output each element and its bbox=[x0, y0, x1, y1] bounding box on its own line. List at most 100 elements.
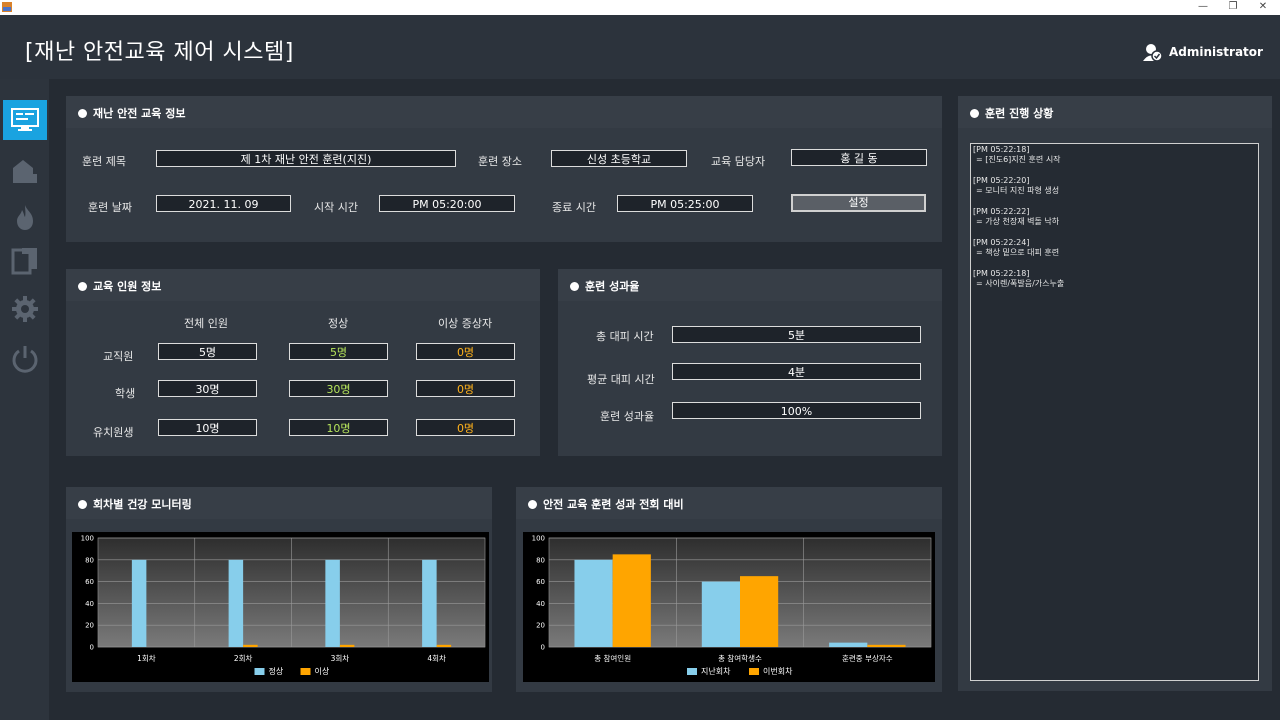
sidebar-item-monitor[interactable] bbox=[3, 100, 47, 140]
training-name-field[interactable]: 제 1차 재난 안전 훈련(지진) bbox=[156, 150, 456, 167]
y-tick-label: 20 bbox=[536, 622, 545, 630]
sidebar-item-fire[interactable] bbox=[3, 197, 47, 237]
start-time-label: 시작 시간 bbox=[314, 201, 358, 214]
log-entry: [PM 05:22:18] = 사이렌/폭발음/가스누출 bbox=[973, 269, 1256, 289]
legend-swatch bbox=[300, 668, 311, 675]
user-name: Administrator bbox=[1169, 45, 1263, 59]
log-message: = 책상 밑으로 대피 훈련 bbox=[976, 248, 1060, 257]
user-account[interactable]: Administrator bbox=[1142, 41, 1263, 63]
bar bbox=[829, 642, 868, 647]
header-total: 전체 인원 bbox=[184, 317, 228, 330]
legend-label: 지난회차 bbox=[701, 667, 731, 676]
end-time-field[interactable]: PM 05:25:00 bbox=[617, 195, 753, 212]
y-tick-label: 20 bbox=[85, 622, 94, 630]
panel-title-text: 안전 교육 훈련 성과 전회 대비 bbox=[543, 498, 684, 511]
panel-title: 안전 교육 훈련 성과 전회 대비 bbox=[528, 496, 684, 512]
log-entry: [PM 05:22:24] = 책상 밑으로 대피 훈련 bbox=[973, 238, 1256, 258]
bar bbox=[867, 644, 906, 647]
avg-time-value: 4분 bbox=[672, 363, 921, 380]
bar bbox=[436, 644, 452, 647]
panel-header: 교육 인원 정보 bbox=[66, 269, 540, 301]
bar bbox=[325, 559, 340, 647]
panel-header: 안전 교육 훈련 성과 전회 대비 bbox=[516, 487, 942, 519]
manager-label: 교육 담당자 bbox=[711, 155, 766, 168]
bar bbox=[131, 559, 147, 647]
row-label-student: 학생 bbox=[115, 387, 136, 400]
header-normal: 정상 bbox=[328, 317, 349, 330]
y-tick-label: 40 bbox=[536, 600, 545, 608]
staff-abnormal: 0명 bbox=[416, 343, 515, 360]
y-tick-label: 80 bbox=[85, 556, 94, 564]
panel-title: 훈련 진행 상황 bbox=[970, 105, 1053, 121]
x-tick-label: 1회차 bbox=[137, 654, 156, 663]
y-tick-label: 0 bbox=[90, 644, 94, 652]
log-time: [PM 05:22:24] bbox=[973, 238, 1030, 247]
bullet-icon bbox=[78, 281, 87, 291]
y-tick-label: 60 bbox=[85, 578, 94, 586]
kindergarten-normal: 10명 bbox=[289, 419, 388, 436]
log-entry: [PM 05:22:22] = 가상 천장재 벽돌 낙하 bbox=[973, 207, 1256, 227]
minimize-button[interactable]: — bbox=[1188, 0, 1218, 15]
user-admin-icon bbox=[1143, 43, 1163, 62]
training-place-field[interactable]: 신성 초등학교 bbox=[551, 150, 687, 167]
end-time-label: 종료 시간 bbox=[552, 201, 596, 214]
legend-label: 정상 bbox=[269, 666, 284, 676]
panel-header: 회차별 건강 모니터링 bbox=[66, 487, 492, 519]
x-tick-label: 4회차 bbox=[427, 654, 446, 663]
start-time-field[interactable]: PM 05:20:00 bbox=[379, 195, 515, 212]
total-time-value: 5분 bbox=[672, 326, 921, 343]
staff-normal: 5명 bbox=[289, 343, 388, 360]
x-tick-label: 3회차 bbox=[331, 654, 350, 663]
training-date-field[interactable]: 2021. 11. 09 bbox=[156, 195, 291, 212]
student-abnormal: 0명 bbox=[416, 380, 515, 397]
y-tick-label: 100 bbox=[81, 535, 94, 543]
training-name-label: 훈련 제목 bbox=[82, 155, 126, 168]
legend-swatch bbox=[749, 668, 759, 675]
power-icon bbox=[12, 346, 38, 373]
sidebar-item-power[interactable] bbox=[3, 339, 47, 379]
document-icon bbox=[11, 248, 37, 275]
bar bbox=[612, 554, 651, 647]
maximize-button[interactable]: ❐ bbox=[1218, 0, 1248, 15]
compare-chart: 0 20 40 60 80 100 총 참여인원 총 참여학생수 훈련중 부상자수 지난회차 이번회… bbox=[523, 532, 935, 682]
y-tick-label: 40 bbox=[85, 600, 94, 608]
bullet-icon bbox=[78, 499, 87, 509]
manager-field[interactable]: 홍 길 동 bbox=[791, 149, 927, 166]
legend-label: 이상 bbox=[315, 666, 330, 676]
panel-title: 훈련 성과율 bbox=[570, 278, 639, 294]
row-label-staff: 교직원 bbox=[103, 350, 134, 363]
total-time-label: 총 대피 시간 bbox=[596, 330, 654, 343]
health-bar-chart: 0 20 40 60 80 100 1회차 2회차 3회차 4회차정상 이상 bbox=[81, 535, 486, 676]
avg-time-label: 평균 대피 시간 bbox=[587, 373, 655, 386]
bar bbox=[701, 581, 740, 647]
app-icon bbox=[2, 2, 12, 12]
close-button[interactable]: ✕ bbox=[1248, 0, 1278, 15]
log-entry: [PM 05:22:18] = [진도6]지진 훈련 시작 bbox=[973, 145, 1256, 165]
bullet-icon bbox=[970, 108, 979, 118]
app-title: [재난 안전교육 제어 시스템] bbox=[25, 40, 294, 65]
log-entry: [PM 05:22:20] = 모니터 지진 파형 생성 bbox=[973, 176, 1256, 196]
set-button[interactable]: 설정 bbox=[791, 194, 926, 212]
bullet-icon bbox=[570, 281, 579, 291]
panel-title-text: 훈련 성과율 bbox=[585, 280, 640, 293]
student-normal: 30명 bbox=[289, 380, 388, 397]
panel-title-text: 훈련 진행 상황 bbox=[985, 107, 1054, 120]
sidebar-item-settings[interactable] bbox=[3, 289, 47, 329]
sidebar bbox=[0, 79, 49, 720]
header-abnormal: 이상 증상자 bbox=[438, 317, 493, 330]
gear-icon bbox=[12, 296, 38, 322]
log-time: [PM 05:22:18] bbox=[973, 145, 1030, 154]
progress-log[interactable]: [PM 05:22:18] = [진도6]지진 훈련 시작 [PM 05:22:2… bbox=[970, 143, 1259, 681]
staff-total: 5명 bbox=[158, 343, 257, 360]
bar bbox=[740, 576, 779, 647]
x-tick-label: 총 참여학생수 bbox=[718, 653, 762, 663]
training-place-label: 훈련 장소 bbox=[478, 155, 522, 168]
log-time: [PM 05:22:20] bbox=[973, 176, 1030, 185]
panel-title-text: 재난 안전 교육 정보 bbox=[93, 107, 186, 120]
bar bbox=[339, 644, 355, 647]
panel-header: 재난 안전 교육 정보 bbox=[66, 96, 942, 128]
sidebar-item-document[interactable] bbox=[3, 241, 47, 281]
sidebar-item-building[interactable] bbox=[3, 150, 47, 190]
rate-label: 훈련 성과율 bbox=[600, 410, 655, 423]
window-titlebar: — ❐ ✕ bbox=[0, 0, 1280, 15]
